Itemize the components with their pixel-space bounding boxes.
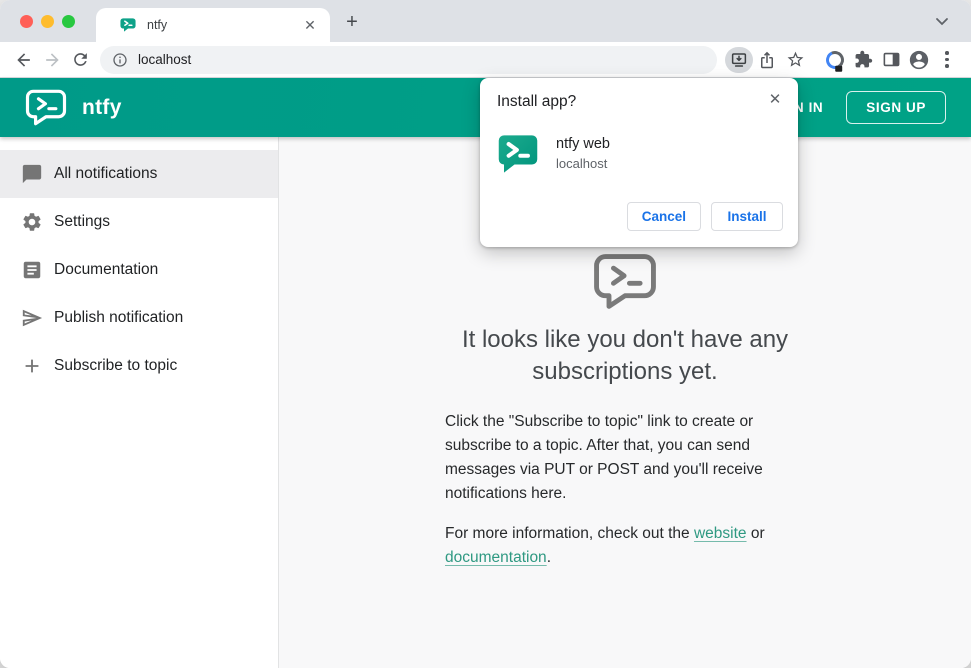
sidebar-item-publish-notification[interactable]: Publish notification	[0, 294, 278, 342]
app-title: ntfy	[82, 95, 122, 119]
documentation-link[interactable]: documentation	[445, 549, 547, 566]
site-info-icon[interactable]	[112, 52, 128, 68]
sidebar-item-subscribe-to-topic[interactable]: Subscribe to topic	[0, 342, 278, 390]
gear-icon	[20, 210, 44, 234]
zoom-window-button[interactable]	[62, 15, 75, 28]
close-window-button[interactable]	[20, 15, 33, 28]
bookmark-star-icon[interactable]	[781, 46, 809, 74]
sidebar-item-label: Subscribe to topic	[54, 357, 178, 374]
sidebar-item-label: Settings	[54, 213, 111, 230]
links-paragraph-middle: or	[746, 525, 765, 542]
sidebar-item-settings[interactable]: Settings	[0, 198, 278, 246]
ntfy-app-icon	[498, 135, 538, 173]
install-button[interactable]: Install	[711, 202, 783, 231]
share-icon[interactable]	[753, 46, 781, 74]
install-app-icon[interactable]	[725, 46, 753, 74]
reload-icon[interactable]	[66, 46, 94, 74]
side-panel-icon[interactable]	[877, 46, 905, 74]
browser-tab-ntfy[interactable]: ntfy ✕	[96, 8, 330, 42]
article-icon	[20, 258, 44, 282]
sidebar-item-label: Documentation	[54, 261, 159, 278]
plus-icon	[20, 354, 44, 378]
browser-toolbar: localhost	[0, 42, 971, 78]
url-text: localhost	[138, 52, 192, 67]
empty-state-heading: It looks like you don't have any subscri…	[461, 326, 789, 385]
chat-icon	[20, 162, 44, 186]
profile-avatar[interactable]	[905, 46, 933, 74]
links-paragraph-suffix: .	[546, 549, 551, 566]
sign-up-button[interactable]: SIGN UP	[846, 91, 946, 124]
tab-title: ntfy	[147, 18, 168, 32]
sidebar-item-label: Publish notification	[54, 309, 184, 326]
ntfy-logo-icon	[25, 89, 67, 126]
tab-search-chevron-icon[interactable]	[935, 9, 949, 33]
send-icon	[20, 306, 44, 330]
browser-menu-icon[interactable]	[933, 46, 961, 74]
traffic-lights	[20, 15, 75, 28]
website-link[interactable]: website	[694, 525, 747, 542]
cancel-button[interactable]: Cancel	[626, 202, 701, 231]
sidebar-item-all-notifications[interactable]: All notifications	[0, 150, 278, 198]
install-app-dialog: Install app? ✕ ntfy web localhost Cancel…	[480, 78, 798, 247]
empty-state: It looks like you don't have any subscri…	[425, 253, 825, 570]
address-bar[interactable]: localhost	[100, 45, 717, 74]
ntfy-logo-gray-icon	[594, 254, 656, 309]
sidebar-nav: All notifications Settings Documentation…	[0, 137, 279, 668]
links-paragraph-prefix: For more information, check out the	[445, 525, 694, 542]
empty-state-links-paragraph: For more information, check out the webs…	[445, 522, 805, 570]
extensions-puzzle-icon[interactable]	[849, 46, 877, 74]
close-tab-icon[interactable]: ✕	[300, 15, 320, 35]
sidebar-item-label: All notifications	[54, 165, 158, 182]
dialog-title: Install app?	[497, 93, 577, 110]
minimize-window-button[interactable]	[41, 15, 54, 28]
tab-strip: ntfy ✕ +	[0, 0, 971, 42]
empty-state-paragraph: Click the "Subscribe to topic" link to c…	[445, 413, 763, 502]
back-icon[interactable]	[10, 46, 38, 74]
dialog-close-icon[interactable]: ✕	[764, 88, 786, 110]
new-tab-button[interactable]: +	[340, 11, 364, 35]
dialog-app-name: ntfy web	[556, 136, 610, 152]
forward-icon[interactable]	[38, 46, 66, 74]
sidebar-item-documentation[interactable]: Documentation	[0, 246, 278, 294]
ntfy-favicon	[120, 18, 136, 32]
privacy-extension-icon[interactable]	[821, 46, 849, 74]
browser-window: ntfy ✕ + localhost ntfy IN SIGN UP All n…	[0, 0, 971, 668]
dialog-app-origin: localhost	[556, 156, 608, 171]
